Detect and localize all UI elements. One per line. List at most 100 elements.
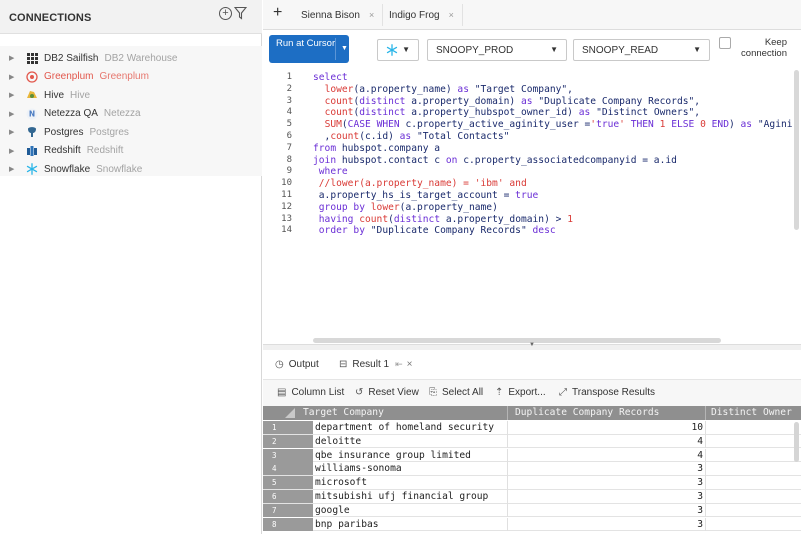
output-tab-label: Output [288,359,319,370]
cell-target-company[interactable]: bnp paribas [315,518,379,531]
cell-target-company[interactable]: williams-sonoma [315,462,402,475]
column-divider [507,406,508,420]
code-line[interactable]: count(distinct a.property_domain) as "Du… [313,96,793,108]
row-number[interactable]: 2 [263,434,313,448]
close-icon[interactable]: × [407,359,413,370]
code-line[interactable]: ,count(c.id) as "Total Contacts" [313,131,793,143]
cell-duplicate-records[interactable]: 4 [508,435,703,448]
reset-view-button[interactable]: ↺ Reset View [355,387,419,398]
row-number[interactable]: 1 [263,421,313,434]
schema-select[interactable]: SNOOPY_READ ▼ [573,39,710,61]
column-header-target-company[interactable]: Target Company [303,407,384,418]
column-list-button[interactable]: ▤ Column List [277,387,344,398]
cell-duplicate-records[interactable]: 3 [508,504,703,517]
cell-duplicate-records[interactable]: 3 [508,518,703,531]
svg-text:N: N [29,109,35,118]
select-all-button[interactable]: ⎘ Select All [429,387,483,398]
row-number[interactable]: 4 [263,462,313,476]
chevron-right-icon[interactable]: ▶ [9,128,17,136]
chevron-right-icon[interactable]: ▶ [9,147,17,155]
sql-editor[interactable]: 1 2 3 4 5 6 7 8 9 10 11 12 13 14 select lower(a.prope… [263,68,801,344]
table-row[interactable]: 3 qbe insurance group limited 4 [263,448,801,463]
schema-value: SNOOPY_READ [582,44,659,56]
connection-item-greenplum[interactable]: ▶ Greenplum Greenplum [0,68,262,86]
close-icon[interactable]: × [369,10,374,20]
database-select[interactable]: SNOOPY_PROD ▼ [427,39,567,61]
close-icon[interactable]: × [449,10,454,20]
transpose-results-button[interactable]: ⤢ Transpose Results [559,387,655,398]
connection-item-netezza-qa[interactable]: ▶ N Netezza QA Netezza [0,105,262,123]
cell-duplicate-records[interactable]: 3 [508,476,703,489]
row-number[interactable]: 5 [263,476,313,490]
chevron-right-icon[interactable]: ▶ [9,73,17,81]
tab-output[interactable]: ◷ Output [275,359,319,370]
filter-icon[interactable] [234,6,247,20]
chevron-right-icon[interactable]: ▶ [9,91,17,99]
code-line[interactable]: lower(a.property_name) as "Target Compan… [313,84,793,96]
tab-indigo-frog[interactable]: Indigo Frog × [381,4,463,26]
table-row[interactable]: 7 google 3 [263,503,801,518]
connection-item-postgres[interactable]: ▶ Postgres Postgres [0,123,262,141]
connection-item-redshift[interactable]: ▶ Redshift Redshift [0,142,262,160]
select-all-corner-icon[interactable] [285,408,295,418]
table-row[interactable]: 6 mitsubishi ufj financial group 3 [263,490,801,504]
table-row[interactable]: 8 bnp paribas 3 [263,517,801,532]
tab-sienna-bison[interactable]: Sienna Bison × [293,4,384,26]
pin-icon[interactable]: ⇤ [395,359,403,370]
row-number[interactable]: 3 [263,448,313,462]
chevron-down-icon[interactable]: ▼ [529,342,535,348]
code-area[interactable]: select lower(a.property_name) as "Target… [313,72,793,237]
editor-vertical-scrollbar[interactable] [794,70,799,230]
code-line[interactable]: //lower(a.property_name) = 'ibm' and [313,178,793,190]
connection-item-db2-sailfish[interactable]: ▶ DB2 Sailfish DB2 Warehouse [0,49,262,67]
chevron-down-icon[interactable]: ▼ [341,45,348,52]
connection-item-snowflake[interactable]: ▶ Snowflake Snowflake [0,160,262,178]
connection-select[interactable]: ▼ [377,39,419,61]
table-row[interactable]: 5 microsoft 3 [263,476,801,490]
code-line[interactable]: having count(distinct a.property_domain)… [313,214,793,226]
code-line[interactable]: join hubspot.contact c on c.property_ass… [313,155,793,167]
export-label: Export... [508,387,546,398]
code-line[interactable]: SUM(CASE WHEN c.property_active_aginity_… [313,119,793,131]
code-line[interactable]: order by "Duplicate Company Records" des… [313,225,793,237]
code-line[interactable]: group by lower(a.property_name) [313,202,793,214]
row-number[interactable]: 6 [263,490,313,503]
cell-target-company[interactable]: mitsubishi ufj financial group [315,490,488,503]
column-header-distinct-owner[interactable]: Distinct Owner [711,407,792,418]
code-line[interactable]: a.property_hs_is_target_account = true [313,190,793,202]
tab-result-1[interactable]: ⊟ Result 1 ⇤ × [339,359,412,370]
cell-target-company[interactable]: deloitte [315,435,361,448]
table-row[interactable]: 2 deloitte 4 [263,434,801,449]
chevron-right-icon[interactable]: ▶ [9,165,17,173]
chevron-right-icon[interactable]: ▶ [9,54,17,62]
code-line[interactable]: where [313,166,793,178]
column-divider [705,503,706,518]
cell-target-company[interactable]: microsoft [315,476,367,489]
cell-target-company[interactable]: google [315,504,350,517]
cell-target-company[interactable]: department of homeland security [315,421,494,434]
app-window: CONNECTIONS + ▶ DB2 Sailfish DB2 Warehouse… [0,0,801,534]
code-line[interactable]: from hubspot.company a [313,143,793,155]
grid-vertical-scrollbar[interactable] [794,422,799,462]
code-line[interactable]: select [313,72,793,84]
code-line[interactable]: count(distinct a.property_hubspot_owner_… [313,107,793,119]
cell-duplicate-records[interactable]: 3 [508,462,703,475]
row-number[interactable]: 8 [263,517,313,531]
chevron-right-icon[interactable]: ▶ [9,110,17,118]
cell-duplicate-records[interactable]: 4 [508,449,703,462]
row-number[interactable]: 7 [263,503,313,517]
table-row[interactable]: 4 williams-sonoma 3 [263,462,801,476]
add-connection-icon[interactable]: + [219,7,232,20]
table-row[interactable]: 1 department of homeland security 10 [263,421,801,435]
new-tab-button[interactable]: + [273,4,282,22]
query-toolbar: Run at Cursor ▼ ▼ SNOOPY_PROD ▼ SNOOPY_R… [263,30,801,68]
cell-duplicate-records[interactable]: 10 [508,421,703,434]
keep-connection-checkbox[interactable] [719,37,731,49]
editor-horizontal-scrollbar[interactable] [313,338,721,343]
connection-item-hive[interactable]: ▶ Hive Hive [0,86,262,104]
cell-duplicate-records[interactable]: 3 [508,490,703,503]
export-button[interactable]: ⇡ Export... [495,387,546,398]
run-at-cursor-button[interactable]: Run at Cursor ▼ [269,35,349,63]
column-header-duplicate-records[interactable]: Duplicate Company Records [515,407,659,418]
cell-target-company[interactable]: qbe insurance group limited [315,449,471,462]
